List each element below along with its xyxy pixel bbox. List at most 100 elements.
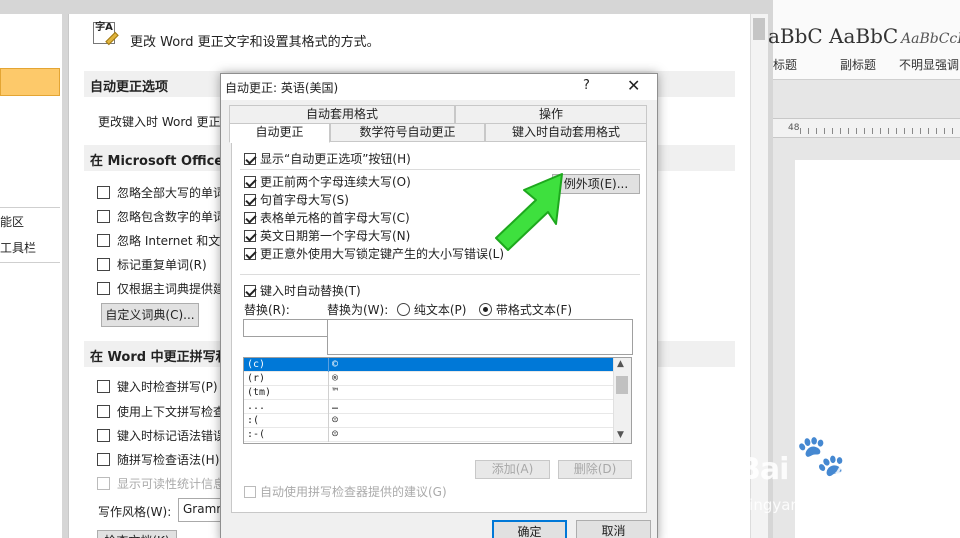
plain-text-label: 纯文本(P)	[413, 303, 467, 317]
option-label: 显示可读性统计信息	[117, 477, 226, 491]
option-checkbox[interactable]	[244, 176, 256, 188]
custom-dictionary-button[interactable]: 自定义词典(C)...	[101, 303, 199, 327]
column-separator	[328, 386, 329, 400]
option-checkbox[interactable]	[97, 186, 110, 199]
autocorrect-description: 更改键入时 Word 更正	[98, 115, 221, 129]
tab-actions[interactable]: 操作	[455, 105, 647, 124]
style-title-name[interactable]: 标题	[773, 56, 797, 73]
list-item[interactable]: :-(☹	[244, 428, 613, 442]
option-checkbox[interactable]	[97, 234, 110, 247]
option-label: 更正前两个字母连续大写(O)	[260, 175, 411, 189]
nav-item-ribbon[interactable]: 能区	[0, 213, 24, 230]
option-checkbox[interactable]	[244, 285, 256, 297]
panel-scroll-thumb[interactable]	[753, 18, 765, 40]
plain-text-radio[interactable]: 纯文本(P)	[397, 301, 466, 318]
word-option-row[interactable]: 键入时标记语法错误	[97, 427, 225, 443]
word-option-row[interactable]: 使用上下文拼写检查	[97, 403, 225, 419]
column-separator	[328, 372, 329, 386]
option-label: 更正意外使用大写锁定键产生的大小写错误(L)	[260, 247, 505, 261]
option-checkbox-disabled	[97, 477, 110, 490]
option-label: 显示“自动更正选项”按钮(H)	[260, 152, 411, 166]
office-option-row[interactable]: 仅根据主词典提供建	[97, 280, 225, 296]
ok-button[interactable]: 确定	[492, 520, 567, 538]
replace-as-you-type-option[interactable]: 键入时自动替换(T)	[244, 282, 361, 299]
style-subtitle-sample[interactable]: AaBbC	[829, 24, 898, 48]
option-checkbox[interactable]	[97, 380, 110, 393]
tab-autoformat[interactable]: 自动套用格式	[229, 105, 455, 124]
option-label: 标记重复单词(R)	[117, 258, 207, 272]
writing-style-label: 写作风格(W):	[98, 505, 172, 519]
list-scroll-thumb[interactable]	[616, 376, 628, 394]
scroll-down-icon[interactable]: ▼	[617, 430, 624, 440]
list-item-with: …	[332, 401, 339, 412]
option-label: 使用上下文拼写检查	[117, 405, 226, 419]
cancel-button[interactable]: 取消	[576, 520, 651, 538]
help-icon[interactable]: ?	[583, 78, 590, 93]
tab-autocorrect[interactable]: 自动更正	[229, 123, 330, 143]
word-option-row[interactable]: 随拼写检查语法(H)	[97, 451, 219, 467]
tab-math-autocorrect[interactable]: 数学符号自动更正	[330, 123, 485, 142]
option-label: 随拼写检查语法(H)	[117, 453, 220, 467]
option-label: 句首字母大写(S)	[260, 193, 349, 207]
list-item[interactable]: (c) ©	[244, 358, 613, 372]
style-subtle-emphasis-name[interactable]: 不明显强调	[899, 56, 959, 73]
option-checkbox[interactable]	[97, 429, 110, 442]
capitalize-sentences-option[interactable]: 句首字母大写(S)	[244, 191, 349, 208]
option-checkbox[interactable]	[97, 210, 110, 223]
word-option-row[interactable]: 键入时检查拼写(P)	[97, 378, 218, 394]
style-subtle-emphasis-sample[interactable]: AaBbCcDt	[901, 31, 960, 47]
option-checkbox[interactable]	[244, 153, 256, 165]
office-option-row[interactable]: 忽略 Internet 和文	[97, 232, 220, 248]
option-checkbox[interactable]	[244, 230, 256, 242]
capitalize-table-cells-option[interactable]: 表格单元格的首字母大写(C)	[244, 209, 410, 226]
radio-plain[interactable]	[397, 303, 410, 316]
correct-caps-lock-option[interactable]: 更正意外使用大写锁定键产生的大小写错误(L)	[244, 245, 504, 262]
list-item[interactable]: :(☹	[244, 414, 613, 428]
replace-with-input[interactable]	[327, 319, 633, 355]
radio-formatted[interactable]	[479, 303, 492, 316]
scroll-up-icon[interactable]: ▲	[617, 359, 624, 369]
nav-item-toolbar[interactable]: 工具栏	[0, 239, 36, 256]
option-checkbox[interactable]	[97, 258, 110, 271]
delete-button: 删除(D)	[558, 460, 632, 479]
option-checkbox[interactable]	[244, 194, 256, 206]
list-item-replace: (c)	[247, 359, 266, 370]
option-label: 键入时标记语法错误	[117, 429, 226, 443]
style-subtitle-name[interactable]: 副标题	[840, 56, 876, 73]
list-item-with: ©	[332, 359, 339, 370]
section-office-title: 在 Microsoft Office 程	[90, 154, 241, 169]
annotation-arrow-icon	[495, 173, 563, 251]
dialog-title: 自动更正: 英语(美国)	[225, 81, 339, 95]
option-checkbox[interactable]	[97, 453, 110, 466]
capitalize-days-option[interactable]: 英文日期第一个字母大写(N)	[244, 227, 410, 244]
auto-spell-suggestions-option: 自动使用拼写检查器提供的建议(G)	[244, 483, 447, 500]
column-separator	[328, 428, 329, 442]
option-checkbox[interactable]	[97, 405, 110, 418]
office-option-row[interactable]: 忽略全部大写的单词	[97, 184, 225, 200]
recheck-document-button[interactable]: 检查文档(K)	[97, 530, 177, 538]
style-title-sample[interactable]: aBbC	[768, 24, 823, 48]
option-label: 自动使用拼写检查器提供的建议(G)	[260, 485, 447, 499]
close-icon[interactable]: ✕	[627, 76, 640, 95]
list-item[interactable]: (tm) ™	[244, 386, 613, 400]
office-option-row[interactable]: 标记重复单词(R)	[97, 256, 207, 272]
replace-input[interactable]	[243, 319, 328, 337]
office-option-row[interactable]: 忽略包含数字的单词	[97, 208, 225, 224]
replace-label: 替换(R):	[244, 303, 290, 317]
list-item-replace: (tm)	[247, 387, 272, 398]
correct-two-initial-caps-option[interactable]: 更正前两个字母连续大写(O)	[244, 173, 411, 190]
nav-item-proofing-selected[interactable]	[0, 68, 60, 96]
jingyan-watermark: 经验	[835, 462, 886, 491]
option-label: 忽略 Internet 和文	[117, 234, 221, 248]
tab-autoformat-as-you-type[interactable]: 键入时自动套用格式	[485, 123, 647, 142]
list-item-with: ™	[332, 387, 339, 398]
option-checkbox[interactable]	[244, 248, 256, 260]
show-autocorrect-buttons-option[interactable]: 显示“自动更正选项”按钮(H)	[244, 150, 411, 167]
list-item[interactable]: ... …	[244, 400, 613, 414]
option-label: 仅根据主词典提供建	[117, 282, 226, 296]
list-item-replace: ...	[247, 401, 266, 412]
list-item[interactable]: (r) ®	[244, 372, 613, 386]
option-checkbox[interactable]	[97, 282, 110, 295]
option-checkbox[interactable]	[244, 212, 256, 224]
formatted-text-radio[interactable]: 带格式文本(F)	[479, 301, 572, 318]
